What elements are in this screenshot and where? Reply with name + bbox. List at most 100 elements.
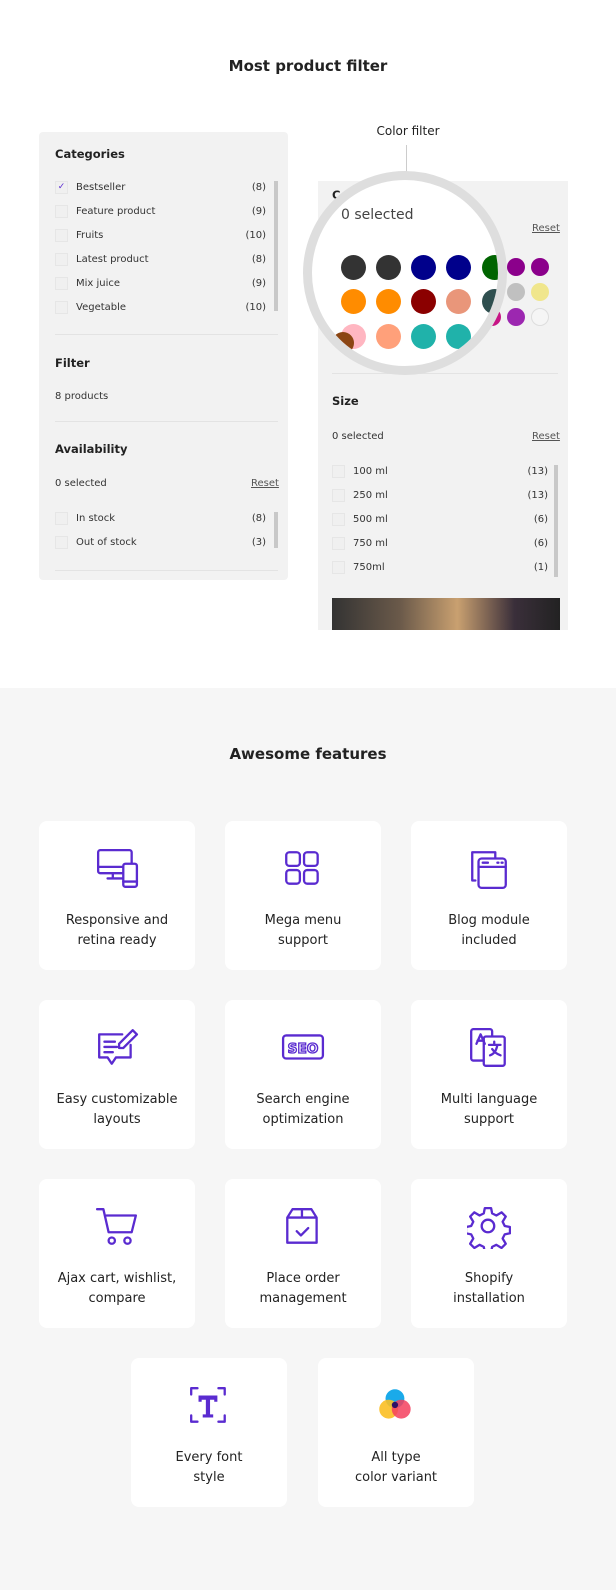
list-item[interactable]: 250 ml (13) <box>332 487 548 503</box>
checkbox[interactable] <box>55 276 68 290</box>
item-label: In stock <box>76 512 116 524</box>
feature-label-line1: Shopify <box>464 1271 514 1286</box>
list-item[interactable]: 750ml (1) <box>332 559 548 575</box>
magnified-selected: 0 selected <box>341 207 414 223</box>
scrollbar[interactable] <box>554 465 558 577</box>
color-swatch[interactable] <box>446 289 471 314</box>
checkbox[interactable] <box>332 512 345 526</box>
checkbox[interactable] <box>332 488 345 502</box>
feature-card: Multi language support <box>411 1000 567 1149</box>
list-item[interactable]: Latest product (8) <box>55 251 266 267</box>
color-swatch[interactable] <box>446 324 471 349</box>
list-item[interactable]: 750 ml (6) <box>332 535 548 551</box>
color-swatch[interactable] <box>507 283 525 301</box>
item-label: Feature product <box>76 205 156 217</box>
divider <box>332 373 558 374</box>
feature-label: Place order management <box>225 1269 381 1309</box>
item-count: (13) <box>527 465 548 477</box>
scrollbar[interactable] <box>274 181 278 311</box>
feature-card: Every font style <box>131 1358 287 1507</box>
product-image <box>332 598 560 630</box>
checkbox[interactable] <box>332 464 345 478</box>
categories-heading: Categories <box>55 147 125 161</box>
color-swatch[interactable] <box>411 324 436 349</box>
feature-card: Blog module included <box>411 821 567 970</box>
filter-sidebar: Categories ✓ Bestseller (8) Feature product… <box>39 132 288 580</box>
color-swatch[interactable] <box>507 308 525 326</box>
feature-label-line2: retina ready <box>77 933 157 948</box>
features-section: Awesome features Responsive and retina re… <box>0 688 616 1590</box>
feature-label-line2: installation <box>453 1291 525 1306</box>
scrollbar[interactable] <box>274 512 278 548</box>
color-swatch[interactable] <box>531 258 549 276</box>
feature-label-line1: Multi language <box>440 1092 538 1107</box>
color-swatch[interactable] <box>531 308 549 326</box>
checkbox[interactable] <box>55 300 68 314</box>
checkbox[interactable]: ✓ <box>55 180 68 194</box>
availability-selected: 0 selected <box>55 478 107 489</box>
color-swatch[interactable] <box>376 324 401 349</box>
feature-label-line2: support <box>464 1112 514 1127</box>
size-heading: Size <box>332 394 359 408</box>
color-swatch[interactable] <box>446 255 471 280</box>
list-item[interactable]: ✓ Bestseller (8) <box>55 179 266 195</box>
color-swatch[interactable] <box>332 332 354 354</box>
color-reset[interactable]: Reset <box>532 223 560 234</box>
list-item[interactable]: Feature product (9) <box>55 203 266 219</box>
color-swatch[interactable] <box>376 255 401 280</box>
feature-label: Search engine optimization <box>225 1090 381 1130</box>
feature-label: Ajax cart, wishlist, compare <box>39 1269 195 1309</box>
color-swatch[interactable] <box>411 289 436 314</box>
list-item[interactable]: 100 ml (13) <box>332 463 548 479</box>
feature-card: SEO Search engine optimization <box>225 1000 381 1149</box>
list-item[interactable]: Vegetable (10) <box>55 299 266 315</box>
availability-reset[interactable]: Reset <box>251 478 279 489</box>
checkbox[interactable] <box>55 535 68 549</box>
feature-label-line1: Every font <box>175 1450 243 1465</box>
checkbox[interactable] <box>332 560 345 574</box>
feature-card: Easy customizable layouts <box>39 1000 195 1149</box>
list-item[interactable]: Out of stock (3) <box>55 534 266 550</box>
filter-heading: Filter <box>55 356 90 370</box>
color-swatch[interactable] <box>341 289 366 314</box>
feature-label-line1: Search engine <box>256 1092 350 1107</box>
feature-card: All type color variant <box>318 1358 474 1507</box>
item-label: Bestseller <box>76 181 126 193</box>
color-swatch[interactable] <box>341 255 366 280</box>
item-count: (10) <box>245 229 266 241</box>
item-count: (9) <box>251 205 266 217</box>
feature-label: Multi language support <box>411 1090 567 1130</box>
list-item[interactable]: Mix juice (9) <box>55 275 266 291</box>
checkbox[interactable] <box>332 536 345 550</box>
checkbox[interactable] <box>55 511 68 525</box>
list-item[interactable]: In stock (8) <box>55 510 266 526</box>
feature-label-line2: style <box>193 1470 225 1485</box>
feature-label: Every font style <box>131 1448 287 1488</box>
list-item[interactable]: 500 ml (6) <box>332 511 548 527</box>
item-count: (8) <box>251 181 266 193</box>
feature-label-line2: included <box>461 933 517 948</box>
checkbox[interactable] <box>55 228 68 242</box>
checkbox[interactable] <box>55 252 68 266</box>
feature-label: Easy customizable layouts <box>39 1090 195 1130</box>
size-selected: 0 selected <box>332 431 384 442</box>
item-count: (9) <box>251 277 266 289</box>
list-item[interactable]: Fruits (10) <box>55 227 266 243</box>
feature-label-line1: Mega menu <box>264 913 342 928</box>
color-swatch[interactable] <box>482 255 498 280</box>
item-count: (8) <box>251 512 266 524</box>
color-swatch[interactable] <box>376 289 401 314</box>
feature-label: Shopify installation <box>411 1269 567 1309</box>
checkbox[interactable] <box>55 204 68 218</box>
availability-heading: Availability <box>55 442 128 456</box>
size-reset[interactable]: Reset <box>532 431 560 442</box>
feature-label-line1: All type <box>371 1450 421 1465</box>
item-count: (8) <box>251 253 266 265</box>
feature-label-line2: compare <box>88 1291 146 1306</box>
color-swatch[interactable] <box>507 258 525 276</box>
feature-label-line1: Responsive and <box>65 913 169 928</box>
features-title: Awesome features <box>229 745 387 763</box>
color-swatch[interactable] <box>411 255 436 280</box>
feature-card: Place order management <box>225 1179 381 1328</box>
color-swatch[interactable] <box>531 283 549 301</box>
